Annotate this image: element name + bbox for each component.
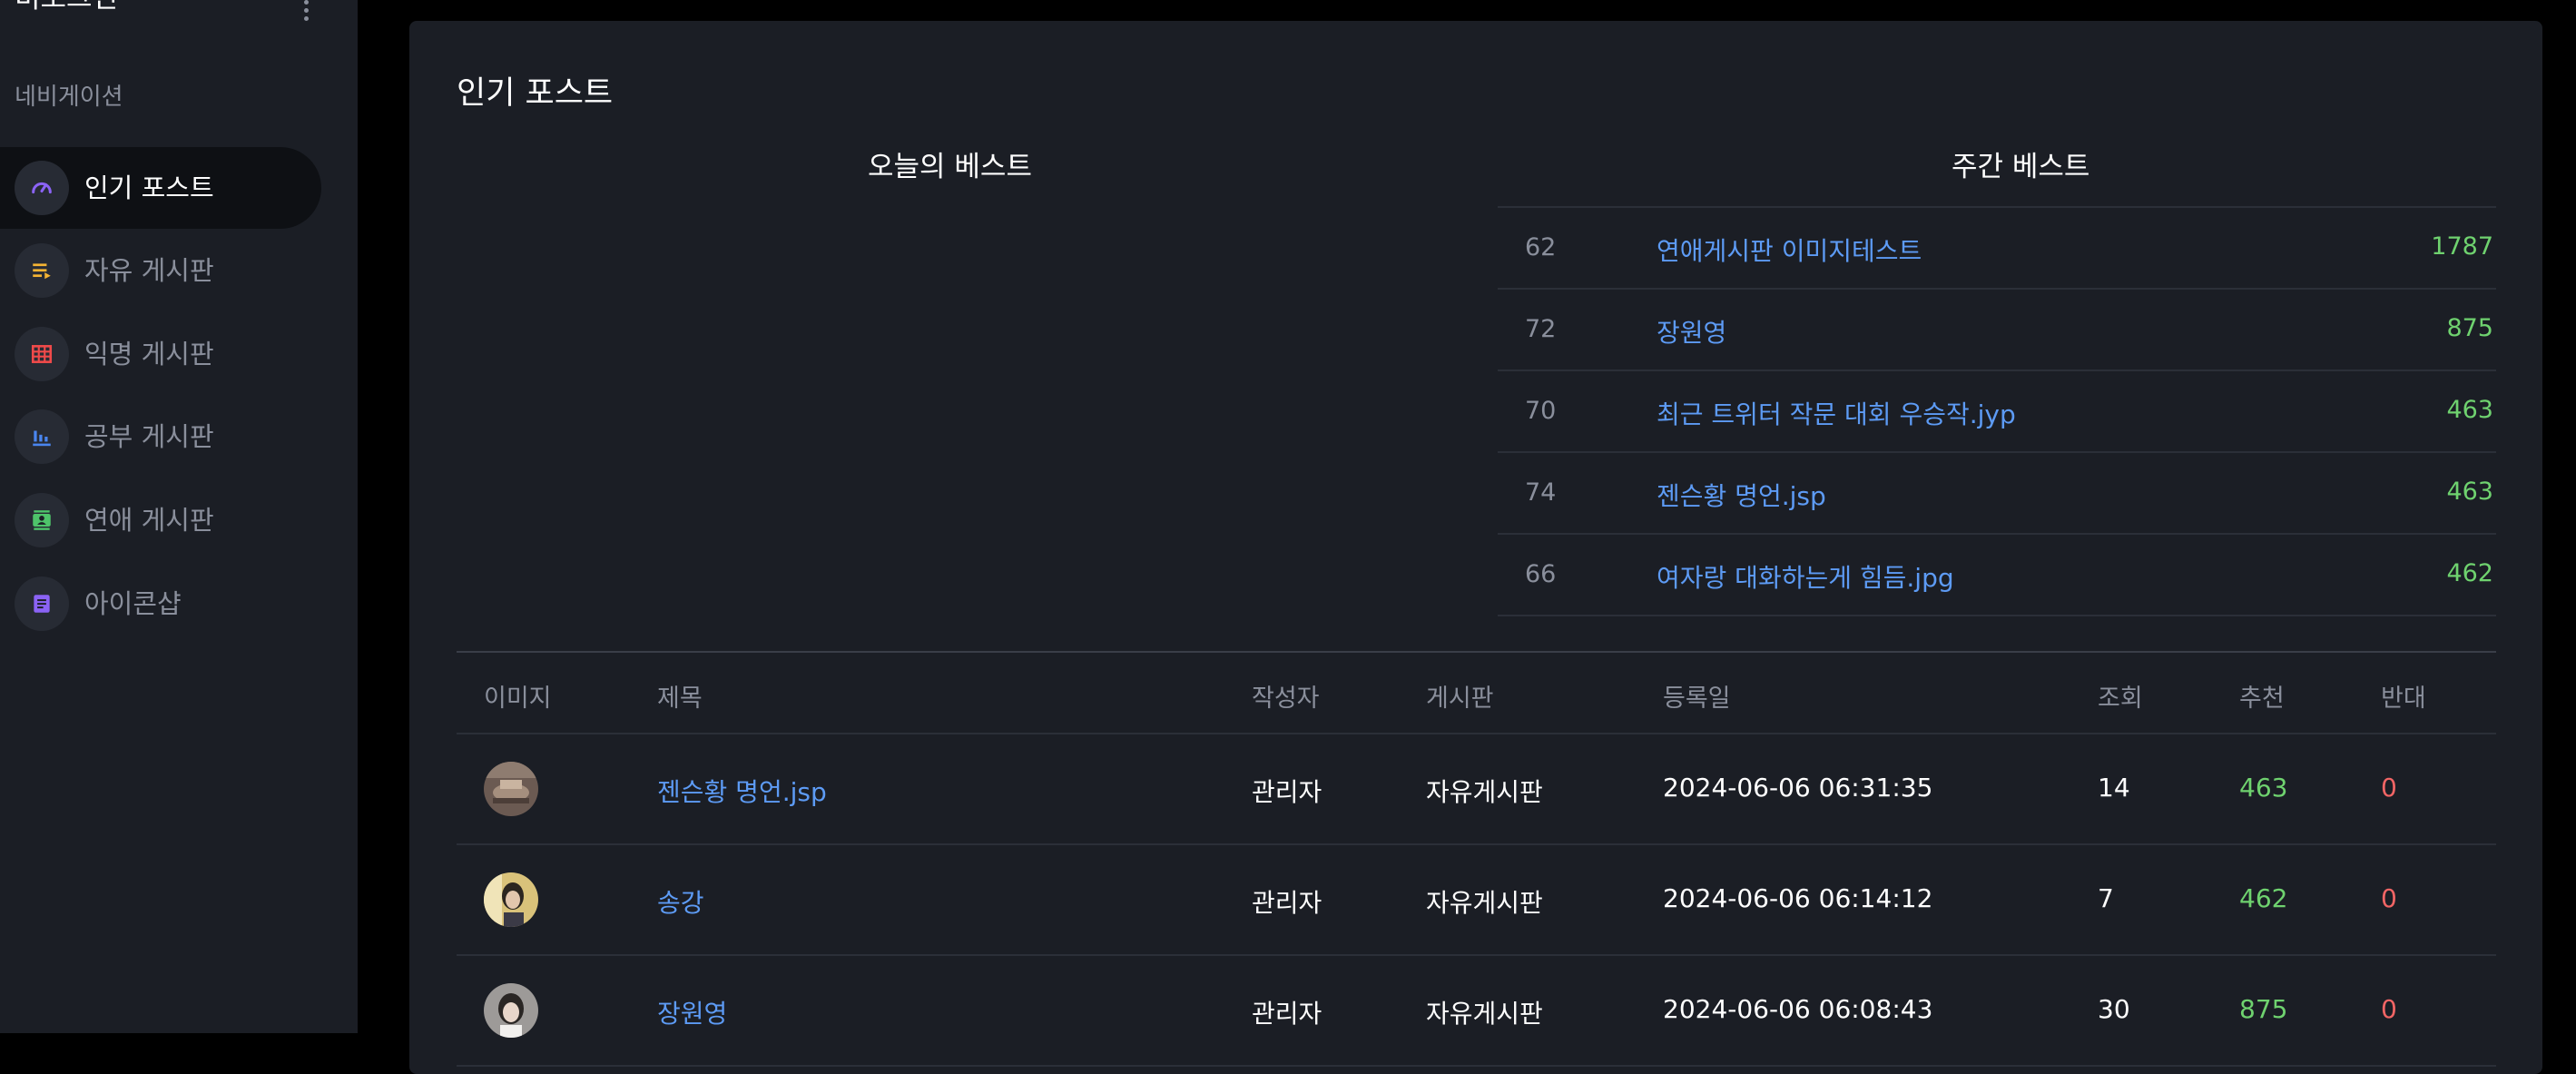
upvote-count: 462 (2239, 883, 2288, 913)
post-title-link[interactable]: 연애게시판 이미지테스트 (1657, 232, 1922, 268)
upvote-count: 875 (2239, 994, 2288, 1024)
author: 관리자 (1252, 999, 1322, 1029)
downvote-count: 0 (2381, 773, 2397, 803)
column-header-title: 제목 (657, 685, 703, 713)
nav-heading: 네비게이션 (15, 84, 123, 111)
column-header-board: 게시판 (1426, 685, 1494, 713)
sidebar-item-free-board[interactable]: 자유 게시판 (0, 230, 321, 311)
post-thumbnail[interactable] (484, 762, 538, 816)
column-header-image: 이미지 (484, 685, 552, 713)
column-header-views: 조회 (2098, 685, 2143, 713)
speedometer-icon (15, 161, 69, 215)
table-row[interactable]: 송강 관리자 자유게시판 2024-06-06 06:14:12 7 462 0 (457, 845, 2496, 956)
post-thumbnail[interactable] (484, 872, 538, 927)
post-title-link[interactable]: 젠슨황 명언.jsp (657, 773, 827, 809)
grid-icon (15, 327, 69, 381)
score: 463 (2446, 396, 2493, 424)
today-best-title: 오늘의 베스트 (868, 151, 1032, 183)
column-header-upvotes: 추천 (2239, 685, 2285, 713)
board-name: 자유게시판 (1426, 777, 1543, 807)
weekly-best-row: 72 장원영 875 (1498, 290, 2496, 371)
weekly-best-table: 62 연애게시판 이미지테스트 1787 72 장원영 875 70 최근 트위… (1498, 206, 2496, 616)
sidebar-item-label: 인기 포스트 (84, 172, 214, 203)
list-icon (15, 243, 69, 298)
table-row[interactable]: 젠슨황 명언.jsp 관리자 자유게시판 2024-06-06 06:31:35… (457, 734, 2496, 845)
sidebar-item-label: 아이콘샵 (84, 588, 182, 619)
created-date: 2024-06-06 06:08:43 (1663, 994, 1933, 1024)
sidebar-item-icon-shop[interactable]: 아이콘샵 (0, 563, 321, 645)
post-title-link[interactable]: 젠슨황 명언.jsp (1657, 477, 1826, 513)
brand-title: 비로그인 (15, 0, 118, 16)
weekly-best-row: 70 최근 트위터 작문 대회 우승작.jyp 463 (1498, 371, 2496, 453)
weekly-best-row: 62 연애게시판 이미지테스트 1787 (1498, 208, 2496, 290)
document-icon (15, 576, 69, 631)
downvote-count: 0 (2381, 994, 2397, 1024)
page-title: 인기 포스트 (457, 75, 614, 112)
bar-chart-icon (15, 409, 69, 464)
column-header-date: 등록일 (1663, 685, 1731, 713)
post-title-link[interactable]: 여자랑 대화하는게 힘듬.jpg (1657, 558, 1954, 595)
section-divider (457, 651, 2496, 653)
rank: 70 (1525, 397, 1557, 425)
author: 관리자 (1252, 777, 1322, 807)
contact-card-icon (15, 493, 69, 547)
post-thumbnail[interactable] (484, 983, 538, 1038)
column-header-downvotes: 반대 (2381, 685, 2426, 713)
weekly-best-title: 주간 베스트 (1952, 151, 2090, 183)
table-row[interactable]: 장원영 관리자 자유게시판 2024-06-06 06:08:43 30 875… (457, 956, 2496, 1067)
sidebar-item-label: 자유 게시판 (84, 255, 214, 286)
post-list-header: 이미지 제목 작성자 게시판 등록일 조회 추천 반대 (457, 654, 2496, 734)
rank: 62 (1525, 233, 1557, 261)
downvote-count: 0 (2381, 883, 2397, 913)
column-header-author: 작성자 (1252, 685, 1320, 713)
score: 463 (2446, 478, 2493, 506)
sidebar-item-anonymous-board[interactable]: 익명 게시판 (0, 313, 321, 395)
sidebar: 비로그인 네비게이션 인기 포스트 자유 게시판 익명 게시판 공부 게시판 연… (0, 0, 358, 1033)
sidebar-item-dating-board[interactable]: 연애 게시판 (0, 479, 321, 561)
rank: 72 (1525, 315, 1557, 343)
score: 462 (2446, 559, 2493, 587)
board-name: 자유게시판 (1426, 888, 1543, 918)
view-count: 14 (2098, 773, 2130, 803)
board-name: 자유게시판 (1426, 999, 1543, 1029)
post-title-link[interactable]: 장원영 (1657, 313, 1726, 350)
sidebar-item-study-board[interactable]: 공부 게시판 (0, 396, 321, 478)
view-count: 7 (2098, 883, 2114, 913)
post-title-link[interactable]: 송강 (657, 883, 704, 920)
sidebar-item-popular-posts[interactable]: 인기 포스트 (0, 147, 321, 229)
weekly-best-row: 74 젠슨황 명언.jsp 463 (1498, 453, 2496, 535)
score: 875 (2446, 314, 2493, 342)
weekly-best-row: 66 여자랑 대화하는게 힘듬.jpg 462 (1498, 535, 2496, 616)
score: 1787 (2431, 232, 2493, 261)
sidebar-item-label: 연애 게시판 (84, 505, 214, 536)
author: 관리자 (1252, 888, 1322, 918)
post-title-link[interactable]: 최근 트위터 작문 대회 우승작.jyp (1657, 395, 2016, 431)
more-options-icon[interactable] (300, 0, 312, 22)
sidebar-item-label: 익명 게시판 (84, 339, 214, 369)
created-date: 2024-06-06 06:31:35 (1663, 773, 1933, 803)
rank: 66 (1525, 560, 1557, 588)
upvote-count: 463 (2239, 773, 2288, 803)
view-count: 30 (2098, 994, 2130, 1024)
post-title-link[interactable]: 장원영 (657, 994, 727, 1030)
rank: 74 (1525, 478, 1557, 507)
created-date: 2024-06-06 06:14:12 (1663, 883, 1933, 913)
sidebar-item-label: 공부 게시판 (84, 421, 214, 452)
